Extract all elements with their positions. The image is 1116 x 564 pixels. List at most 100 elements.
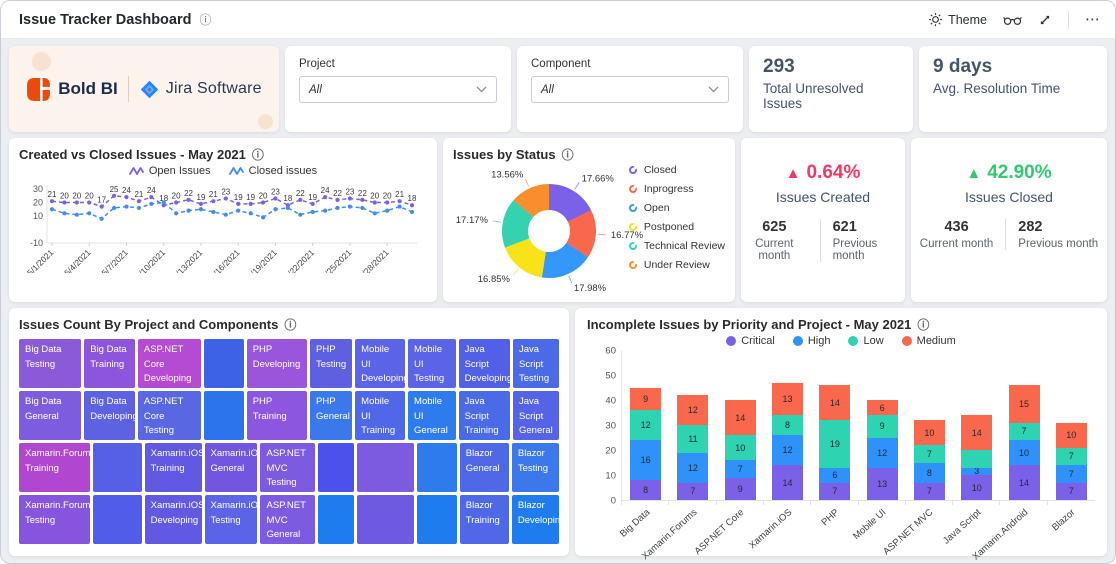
svg-text:20: 20 [172,192,181,201]
treemap-cell-java-script-training[interactable]: Java Script Training [458,391,510,440]
treemap-cell[interactable] [356,495,414,544]
treemap-cell[interactable] [356,443,414,492]
treemap-cell-asp-net-mvc-testing[interactable]: ASP.NET MVC Testing [260,443,316,492]
treemap-cell-asp-net-core-testing[interactable]: ASP.NET Core Testing [137,391,201,440]
dashboard-window: Issue Tracker Dashboard ⓘ Theme ⋯ Bold B… [0,0,1116,564]
treemap-cell-mobile-ui-training[interactable]: Mobile UI Training [355,391,406,440]
treemap-cell-java-script-testing[interactable]: Java Script Testing [513,339,559,388]
bar-blazor[interactable]: 7 7 7 10 [1055,422,1087,500]
treemap-cell-java-script-developing[interactable]: Java Script Developing [458,339,510,388]
legend-item-open-issues[interactable]: Open Issues [128,165,211,177]
treemap-cell[interactable] [318,443,354,492]
dashboard-info-icon[interactable]: ⓘ [199,11,211,28]
legend-item-open[interactable]: Open [628,202,725,214]
legend-item-technical-review[interactable]: Technical Review [628,240,725,252]
treemap-cell-blazor-testing[interactable]: Blazor Testing [511,443,559,492]
treemap-cell-php-developing[interactable]: PHP Developing [246,339,308,388]
treemap-cell-mobile-ui-developing[interactable]: Mobile UI Developing [355,339,406,388]
treemap-cell-php-training[interactable]: PHP Training [246,391,308,440]
legend-item-medium[interactable]: Medium [901,335,956,347]
info-icon[interactable]: ⓘ [562,146,574,163]
svg-text:19: 19 [308,193,317,202]
bar-xamarin-ios[interactable]: 14 12 8 13 [772,382,804,500]
project-select[interactable]: All [299,76,497,103]
bar-segment-medium: 6 [866,400,898,415]
legend-item-closed[interactable]: Closed [628,164,725,176]
treemap-cell[interactable] [92,495,142,544]
treemap-cell-xamarin-forums-testing[interactable]: Xamarin.Forums Testing [19,495,90,544]
legend-item-critical[interactable]: Critical [726,335,775,347]
treemap-cell-big-data-training[interactable]: Big Data Training [84,339,135,388]
stacked-bar-card: Incomplete Issues by Priority and Projec… [575,308,1107,563]
treemap-cell-asp-net-core-developing[interactable]: ASP.NET Core Developing [137,339,201,388]
treemap-cell-php-general[interactable]: PHP General [310,391,353,440]
legend-ring-icon [628,166,637,174]
treemap-cell-xamarin-forums-training[interactable]: Xamarin.Forums Training [19,443,90,492]
x-axis-tick [810,501,812,505]
svg-text:23: 23 [271,187,280,196]
legend-item-closed-issues[interactable]: Closed issues [228,165,317,177]
legend-item-high[interactable]: High [792,335,830,347]
component-select[interactable]: All [531,76,729,103]
fullscreen-button[interactable] [1038,13,1052,27]
bar-segment-critical: 7 [1055,482,1087,500]
y-axis-tick: 20 [605,445,616,457]
issues-created-previous: 621 [832,219,857,235]
info-icon[interactable]: ⓘ [917,316,929,333]
created-vs-closed-chart-canvas[interactable]: 30 20 10 -10 21 20 20 20 17 25 24 21 24 18 20 22 19 21 23 1… [19,177,427,281]
x-axis-tick [715,501,717,505]
bar-segment-low: 7 [913,445,945,463]
bar-big-data[interactable]: 8 16 12 9 [630,387,662,500]
bar-segment-medium: 10 [1055,422,1087,448]
theme-button[interactable]: Theme [928,12,987,27]
svg-text:5/16/2021: 5/16/2021 [208,247,242,273]
more-menu-button[interactable]: ⋯ [1085,12,1101,27]
treemap-cell-xamarin-ios-testing[interactable]: Xamarin.iOSTesting [204,495,258,544]
treemap-cell[interactable] [416,443,457,492]
treemap-cell-php-testing[interactable]: PHP Testing [310,339,353,388]
boldbi-wordmark: Bold BI [58,79,118,98]
treemap-cell[interactable] [318,495,354,544]
treemap-cell[interactable] [203,339,244,388]
bar-asp-net-core[interactable]: 9 7 10 14 [724,400,756,500]
svg-text:5/4/2021: 5/4/2021 [62,247,93,273]
treemap-cell-blazor-general[interactable]: Blazor General [459,443,509,492]
treemap-cell-mobile-ui-general[interactable]: Mobile UI General [408,391,456,440]
treemap-cell[interactable] [92,443,142,492]
legend-item-postponed[interactable]: Postponed [628,221,725,233]
bar-php[interactable]: 7 6 19 14 [819,385,851,500]
legend-item-inprogress[interactable]: Inprogress [628,183,725,195]
treemap-cell-xamarin-ios-general[interactable]: Xamarin.iOSGeneral [204,443,258,492]
bar-segment-low: 10 [724,435,756,460]
treemap-cell-big-data-testing[interactable]: Big Data Testing [19,339,82,388]
info-icon[interactable]: ⓘ [252,146,264,163]
bar-java-script[interactable]: 10 3 14 [961,415,993,500]
info-icon[interactable]: ⓘ [284,316,296,333]
svg-text:24: 24 [147,186,156,195]
treemap-cell-mobile-ui-testing[interactable]: Mobile UI Testing [408,339,456,388]
preview-button[interactable] [1003,13,1022,27]
treemap-cell-xamarin-ios-training[interactable]: Xamarin.iOS Training [144,443,202,492]
legend-item-low[interactable]: Low [848,335,884,347]
bar-mobile-ui[interactable]: 13 12 9 6 [866,400,898,500]
jira-logo: Jira Software [139,79,262,100]
treemap-cell-java-script-general[interactable]: Java Script General [513,391,559,440]
treemap-cell-blazor-training[interactable]: Blazor Training [459,495,509,544]
bar-asp-net-mvc[interactable]: 7 8 7 10 [913,420,945,500]
treemap-cell-blazor-developing[interactable]: BlazorDeveloping [511,495,559,544]
treemap-cell-big-data-general[interactable]: Big Data General [19,391,82,440]
expand-icon [1040,15,1050,24]
svg-text:20: 20 [370,192,379,201]
legend-item-under-review[interactable]: Under Review [628,259,725,271]
bar-xamarin-android[interactable]: 14 10 7 15 [1008,385,1040,500]
treemap-cell-big-data-developing[interactable]: Big Data Developing [84,391,135,440]
treemap-cell[interactable] [416,495,457,544]
treemap-cell-asp-net-mvc-general[interactable]: ASP.NET MVC General [260,495,316,544]
stacked-bar-canvas[interactable]: 0 10 20 30 40 50 60 8 16 12 9 7 12 11 12 9 7 10 14 14 12 8 13 7… [605,346,1095,507]
bar-xamarin-forums[interactable]: 7 12 11 12 [677,395,709,500]
svg-text:20: 20 [72,192,81,201]
treemap-cell-xamarin-ios-developing[interactable]: Xamarin.iOS Developing [144,495,202,544]
svg-text:24: 24 [122,186,131,195]
treemap-cell[interactable] [203,391,244,440]
svg-text:21: 21 [209,190,218,199]
